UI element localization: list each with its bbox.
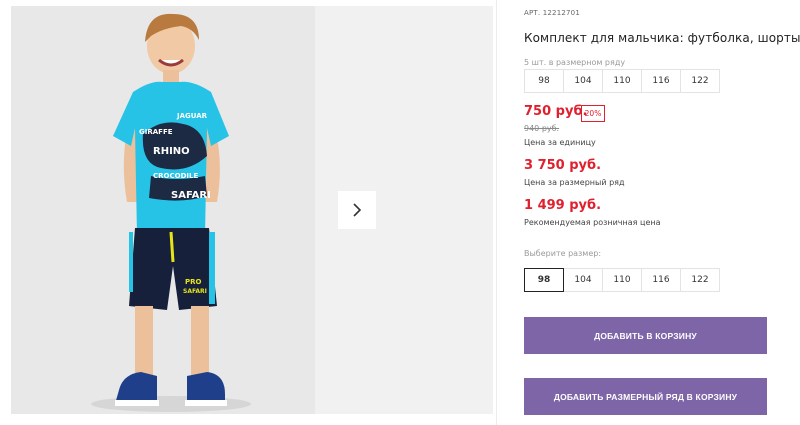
size-option-104[interactable]: 104 — [563, 268, 603, 292]
chevron-right-icon — [353, 203, 362, 217]
product-gallery: GIRAFFE JAGUAR RHINO CROCODILE SAFARI PR… — [11, 6, 493, 414]
old-price: 940 руб. — [524, 124, 560, 133]
retail-price-caption: Рекомендуемая розничная цена — [524, 218, 661, 227]
shirt-print-4: CROCODILE — [153, 172, 198, 180]
shorts-print-1: PRO — [185, 278, 202, 286]
unit-price-caption: Цена за единицу — [524, 138, 596, 147]
size-option-110[interactable]: 110 — [602, 268, 642, 292]
sku: АРТ. 12212701 — [524, 9, 580, 17]
boy-outfit-illustration: GIRAFFE JAGUAR RHINO CROCODILE SAFARI PR… — [11, 6, 315, 414]
range-size-cell: 104 — [563, 69, 603, 93]
shirt-print-2: JAGUAR — [176, 112, 208, 120]
shirt-print-3: RHINO — [153, 146, 190, 157]
size-option-122[interactable]: 122 — [680, 268, 720, 292]
range-size-cell: 116 — [641, 69, 681, 93]
range-price: 3 750 руб. — [524, 158, 602, 173]
range-size-cell: 98 — [524, 69, 564, 93]
size-range-table: 98 104 110 116 122 — [524, 69, 720, 93]
product-photo: GIRAFFE JAGUAR RHINO CROCODILE SAFARI PR… — [11, 6, 315, 414]
size-option-98[interactable]: 98 — [524, 268, 564, 292]
size-option-116[interactable]: 116 — [641, 268, 681, 292]
shorts-print-2: SAFARI — [183, 288, 207, 295]
discount-badge: 20% — [581, 105, 605, 122]
sku-value: 12212701 — [542, 9, 580, 17]
unit-price: 750 руб. — [524, 104, 588, 119]
size-selector: 98 104 110 116 122 — [524, 268, 720, 292]
column-divider — [496, 0, 497, 425]
choose-size-label: Выберите размер: — [524, 249, 602, 258]
next-image-button[interactable] — [338, 191, 376, 229]
range-price-caption: Цена за размерный ряд — [524, 178, 625, 187]
add-to-cart-button[interactable]: ДОБАВИТЬ В КОРЗИНУ — [524, 317, 767, 354]
shirt-print-5: SAFARI — [171, 190, 211, 201]
add-range-to-cart-button[interactable]: ДОБАВИТЬ РАЗМЕРНЫЙ РЯД В КОРЗИНУ — [524, 378, 767, 415]
retail-price: 1 499 руб. — [524, 198, 602, 213]
range-size-cell: 110 — [602, 69, 642, 93]
size-range-caption: 5 шт. в размерном ряду — [524, 58, 626, 67]
sku-label: АРТ. — [524, 9, 541, 17]
range-size-cell: 122 — [680, 69, 720, 93]
product-title: Комплект для мальчика: футболка, шорты — [524, 31, 800, 45]
shirt-print-1: GIRAFFE — [139, 128, 173, 136]
